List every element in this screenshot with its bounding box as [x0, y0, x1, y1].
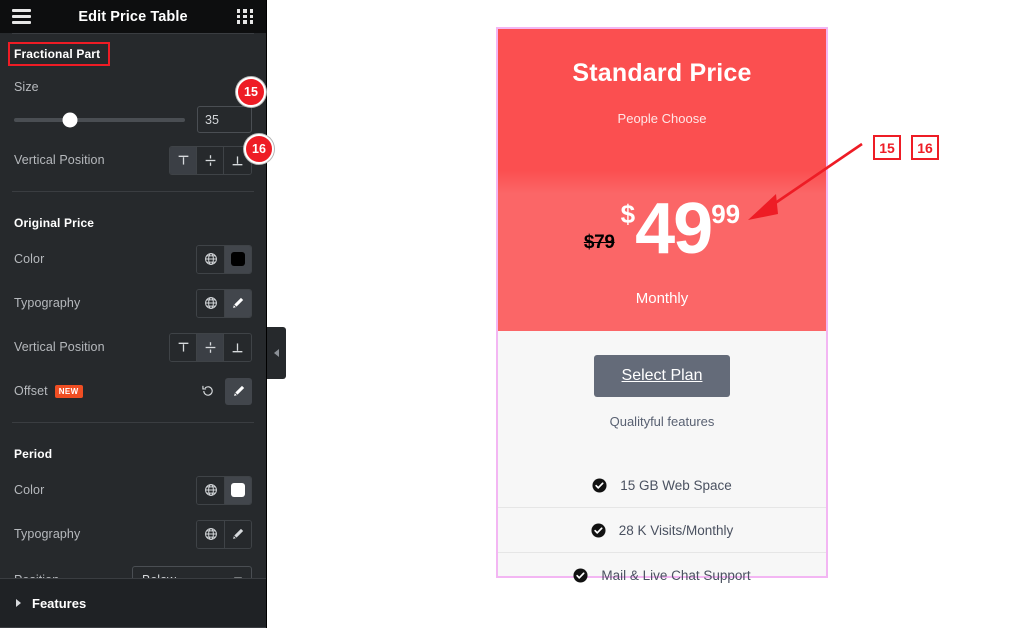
select-plan-label: Select Plan	[621, 367, 703, 384]
price-period: Monthly	[635, 290, 689, 307]
feature-text: 28 K Visits/Monthly	[618, 522, 734, 538]
panel-top-divider	[12, 33, 254, 34]
annotation-box-15: 15	[873, 135, 901, 160]
plan-heading: Standard Price	[572, 59, 752, 87]
label-period-typography: Typography	[14, 527, 81, 541]
label-offset: Offset NEW	[14, 384, 83, 398]
row-fractional-vertical-position: Vertical Position	[0, 145, 266, 175]
label-period-color: Color	[14, 483, 45, 497]
section-title-period: Period	[14, 447, 53, 461]
color-swatch-original-price[interactable]	[224, 245, 251, 273]
row-original-color: Color	[0, 244, 266, 274]
row-original-offset: Offset NEW	[0, 376, 266, 406]
panel-title: Edit Price Table	[78, 8, 188, 25]
original-typography-controls	[196, 288, 252, 318]
globe-icon-original-color[interactable]	[197, 245, 224, 273]
chevron-left-icon	[274, 349, 279, 357]
align-middle-icon[interactable]	[197, 146, 224, 174]
list-item: Mail & Live Chat Support	[498, 553, 826, 598]
align-top-icon[interactable]	[170, 146, 197, 174]
row-fractional-size: Size	[0, 72, 266, 102]
cta-wrapper: Select Plan	[498, 355, 826, 397]
section-fractional-part: Fractional Part	[8, 42, 111, 66]
feature-text: 15 GB Web Space	[620, 477, 732, 493]
pencil-icon-offset[interactable]	[225, 377, 252, 405]
editor-panel: Edit Price Table Fractional Part Size 35…	[0, 0, 267, 628]
pencil-icon-period-typography[interactable]	[224, 520, 251, 548]
section-features-collapsed[interactable]: Features	[0, 578, 266, 628]
divider-after-original	[12, 422, 254, 423]
divider-after-fractional	[12, 191, 254, 192]
list-item: 15 GB Web Space	[498, 463, 826, 508]
panel-body: Fractional Part Size Vertical Position	[0, 33, 266, 628]
align-middle-icon[interactable]	[197, 333, 224, 361]
vertical-position-group-original	[169, 332, 252, 362]
label-original-vertical-position: Vertical Position	[14, 340, 105, 354]
size-slider-thumb[interactable]	[62, 112, 78, 127]
row-period-color: Color	[0, 475, 266, 505]
plan-subheading: People Choose	[617, 111, 707, 126]
size-slider[interactable]	[14, 112, 185, 127]
original-color-controls	[196, 244, 252, 274]
price-main: $ 49 99	[620, 189, 740, 269]
price-integer-part: 49	[635, 189, 713, 269]
annotation-badge-15: 15	[236, 77, 266, 107]
period-typography-controls	[196, 519, 252, 549]
label-original-color: Color	[14, 252, 45, 266]
select-plan-button[interactable]: Select Plan	[593, 355, 731, 397]
original-price: $79	[583, 231, 615, 253]
price-table-body: Select Plan Qualityful features 15 GB We…	[498, 331, 826, 598]
check-circle-icon	[591, 522, 606, 538]
panel-collapse-toggle[interactable]	[267, 327, 286, 379]
currency-symbol: $	[620, 199, 636, 229]
list-item: 28 K Visits/Monthly	[498, 508, 826, 553]
feature-list: 15 GB Web Space 28 K Visits/Monthly Mail…	[498, 463, 826, 598]
globe-icon-original-typography[interactable]	[197, 289, 224, 317]
align-bottom-icon[interactable]	[224, 333, 251, 361]
screen-root: Edit Price Table Fractional Part Size 35…	[0, 0, 1024, 628]
features-label: Features	[32, 595, 87, 611]
label-size: Size	[14, 80, 39, 94]
section-title-fractional-part: Fractional Part	[14, 47, 101, 61]
grid-apps-icon[interactable]	[237, 9, 254, 24]
globe-icon-period-typography[interactable]	[197, 520, 224, 548]
section-title-original-price: Original Price	[14, 216, 95, 230]
align-top-icon[interactable]	[170, 333, 197, 361]
label-original-typography: Typography	[14, 296, 81, 310]
chevron-right-icon	[16, 599, 21, 607]
new-badge: NEW	[54, 385, 83, 398]
annotation-box-16: 16	[911, 135, 939, 160]
globe-icon-period-color[interactable]	[197, 476, 224, 504]
size-input[interactable]	[197, 106, 252, 133]
reset-icon-offset[interactable]	[194, 378, 221, 405]
size-control-row	[0, 102, 266, 133]
check-circle-icon	[573, 568, 588, 583]
row-original-typography: Typography	[0, 288, 266, 318]
feature-text: Mail & Live Chat Support	[601, 568, 751, 583]
hamburger-icon[interactable]	[12, 9, 31, 24]
annotation-badge-16: 16	[244, 134, 274, 164]
row-original-vertical-position: Vertical Position	[0, 332, 266, 362]
vertical-position-group-fractional	[169, 145, 252, 175]
price-table-preview: Standard Price People Choose $79 $ 49 99…	[496, 27, 828, 583]
annotation-arrow	[748, 142, 863, 220]
period-color-controls	[196, 475, 252, 505]
cta-subtext: Qualityful features	[609, 414, 715, 429]
panel-header: Edit Price Table	[0, 0, 266, 33]
pencil-icon-original-typography[interactable]	[224, 289, 251, 317]
row-period-typography: Typography	[0, 519, 266, 549]
color-swatch-period[interactable]	[224, 476, 251, 504]
check-circle-icon	[592, 477, 607, 493]
label-vertical-position: Vertical Position	[14, 153, 105, 167]
offset-text: Offset	[14, 384, 48, 398]
